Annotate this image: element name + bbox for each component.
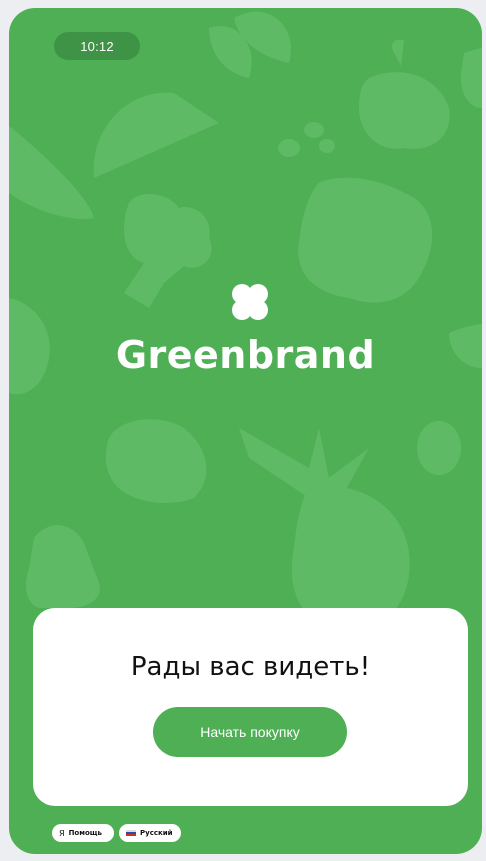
fruit-shape xyxy=(460,48,482,108)
bean-shape xyxy=(304,122,324,138)
fruit-shape xyxy=(26,525,100,608)
brand-name: Greenbrand xyxy=(115,333,376,377)
pepper-shape xyxy=(298,177,433,303)
welcome-card: Рады вас видеть! Начать покупку xyxy=(33,608,468,806)
welcome-title: Рады вас видеть! xyxy=(130,652,371,682)
app-screen: 10:12 Greenbrand Рады вас видеть! Начать… xyxy=(9,8,482,854)
start-shopping-button[interactable]: Начать покупку xyxy=(153,707,347,757)
status-time: 10:12 xyxy=(54,32,140,60)
language-label: Русский xyxy=(140,829,173,837)
help-label: Помощь xyxy=(68,829,102,837)
language-selector[interactable]: Русский xyxy=(119,824,181,842)
pineapple-leaves-shape xyxy=(239,428,369,498)
bean-shape xyxy=(319,139,335,153)
bean-shape xyxy=(278,139,300,157)
apple-shape xyxy=(359,72,450,149)
lemon-slice-shape xyxy=(93,92,219,178)
broccoli-shape xyxy=(124,193,212,308)
leaf-shape xyxy=(9,126,94,219)
ya-letter-icon: Я xyxy=(59,828,65,838)
russian-flag-icon xyxy=(126,829,136,837)
lime-shape xyxy=(417,421,461,475)
help-button[interactable]: Я Помощь xyxy=(52,824,114,842)
apple-stem-shape xyxy=(392,39,404,66)
lemon-shape xyxy=(105,419,207,503)
four-petal-flower-icon xyxy=(232,284,268,320)
